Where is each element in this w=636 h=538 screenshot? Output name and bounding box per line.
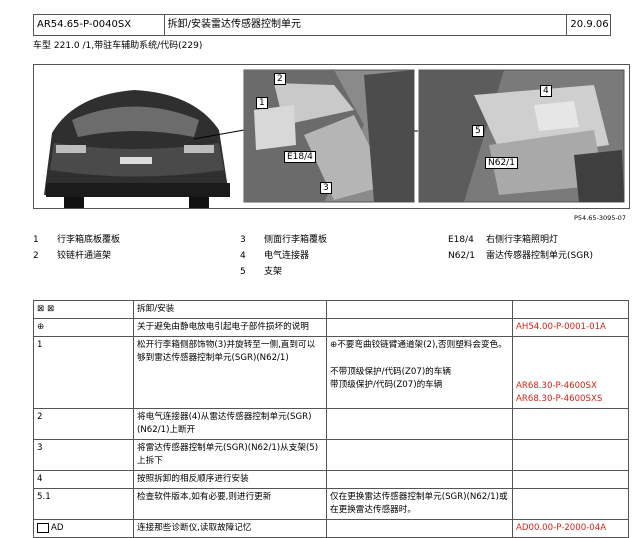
step-number: 2 [33, 408, 134, 440]
step-text: 关于避免由静电放电引起电子部件损坏的说明 [133, 318, 327, 337]
callout-3: 3 [320, 182, 332, 194]
legend-item: E18/4 右侧行李箱照明灯 [448, 235, 559, 245]
step-text: 连接那些诊断仪,读取故障记忆 [133, 519, 327, 538]
step-text: 将电气连接器(4)从雷达传感器控制单元(SGR)(N62/1)上断开 [133, 408, 327, 440]
step-text: 将雷达传感器控制单元(SGR)(N62/1)从支架(5)上拆下 [133, 439, 327, 471]
note-warning: ⊕不要弯曲铰链臂通道架(2),否则塑料会变色。 [330, 340, 507, 350]
step-text: 松开行李箱侧部饰物(3)并旋转至一侧,直到可以够到雷达传感器控制单元(SGR)(… [133, 336, 327, 409]
header-icons: ⊠ ⊠ [33, 300, 134, 319]
table-row: 2 将电气连接器(4)从雷达传感器控制单元(SGR)(N62/1)上断开 [33, 408, 629, 440]
legend-item: 3 侧面行李箱覆板 [240, 235, 328, 245]
legend-item: 1 行李箱底板覆板 [33, 235, 121, 245]
note-variant-a: 不带顶级保护/代码(Z07)的车辆 [330, 367, 451, 377]
callout-e18-4: E18/4 [284, 151, 316, 163]
legend-item: 4 电气连接器 [240, 251, 310, 261]
diagnosis-icon [37, 522, 49, 533]
step-ref-link[interactable]: AH54.00-P-0001-01A [512, 318, 629, 337]
step-number: 4 [33, 470, 134, 489]
step-ref [512, 439, 629, 471]
legend-col-2: 3 侧面行李箱覆板 4 电气连接器 5 支架 [240, 232, 327, 277]
table-row: 4 按照拆卸的相反顺序进行安装 [33, 470, 629, 489]
step-number: ⊕ [33, 318, 134, 337]
sensor-mount-photo [418, 69, 625, 203]
figure-ref: P54.65-3095-07 [574, 214, 627, 222]
doc-date: 20.9.06 [570, 19, 609, 30]
step-ref-cell: AR68.30-P-4600SX AR68.30-P-4600SXS [512, 336, 629, 409]
vehicle-line: 车型 221.0 /1,带驻车辅助系统/代码(229) [33, 41, 203, 51]
step-ref [512, 408, 629, 440]
step-ref-link-b[interactable]: AR68.30-P-4600SXS [516, 393, 625, 406]
doc-title: 拆卸/安装雷达传感器控制单元 [165, 15, 568, 35]
table-header-row: ⊠ ⊠ 拆卸/安装 [33, 300, 629, 319]
table-row: 1 松开行李箱侧部饰物(3)并旋转至一侧,直到可以够到雷达传感器控制单元(SGR… [33, 336, 629, 409]
step-number: AD [33, 519, 134, 538]
callout-5: 5 [472, 125, 484, 137]
procedure-table: ⊠ ⊠ 拆卸/安装 ⊕ 关于避免由静电放电引起电子部件损坏的说明 AH54.00… [33, 300, 629, 538]
callout-2: 2 [274, 73, 286, 85]
note-variant-b: 带顶级保护/代码(Z07)的车辆 [330, 380, 443, 390]
step-ref [512, 470, 629, 489]
callout-1: 1 [256, 97, 268, 109]
step-note [326, 470, 513, 489]
callout-n62-1: N62/1 [485, 157, 518, 169]
step-note [326, 318, 513, 337]
table-row: ⊕ 关于避免由静电放电引起电子部件损坏的说明 AH54.00-P-0001-01… [33, 318, 629, 337]
step-text: 检查软件版本,如有必要,则进行更新 [133, 488, 327, 520]
header-label: 拆卸/安装 [133, 300, 327, 319]
legend-col-1: 1 行李箱底板覆板 2 铰链杆通道架 [33, 232, 120, 261]
table-row: 5.1 检查软件版本,如有必要,则进行更新 仅在更换雷达传感器控制单元(SGR)… [33, 488, 629, 520]
legend-item: N62/1 雷达传感器控制单元(SGR) [448, 251, 593, 261]
step-note [326, 408, 513, 440]
doc-id: AR54.65-P-0040SX [34, 15, 165, 35]
step-number: 5.1 [33, 488, 134, 520]
legend-item: 2 铰链杆通道架 [33, 251, 112, 261]
legend-item: 5 支架 [240, 267, 283, 277]
collapse-icon[interactable]: ⊠ [47, 304, 54, 314]
step-number: 3 [33, 439, 134, 471]
expand-icon[interactable]: ⊠ [37, 304, 44, 314]
step-text: 按照拆卸的相反顺序进行安装 [133, 470, 327, 489]
step-ref-link-a[interactable]: AR68.30-P-4600SX [516, 380, 625, 393]
document-header: AR54.65-P-0040SX 拆卸/安装雷达传感器控制单元 20.9.06 [33, 14, 611, 36]
step-note [326, 519, 513, 538]
step-note: ⊕不要弯曲铰链臂通道架(2),否则塑料会变色。 不带顶级保护/代码(Z07)的车… [326, 336, 513, 409]
callout-4: 4 [540, 85, 552, 97]
table-row: AD 连接那些诊断仪,读取故障记忆 AD00.00-P-2000-04A [33, 519, 629, 538]
step-number: 1 [33, 336, 134, 409]
step-note [326, 439, 513, 471]
step-ref [512, 488, 629, 520]
figure-panel: 2 1 E18/4 3 4 5 N62/1 [33, 64, 630, 209]
legend-col-3: E18/4 右侧行李箱照明灯 N62/1 雷达传感器控制单元(SGR) [448, 232, 593, 261]
step-ref-link[interactable]: AD00.00-P-2000-04A [512, 519, 629, 538]
step-note: 仅在更换雷达传感器控制单元(SGR)(N62/1)或在更换雷达传感器时。 [326, 488, 513, 520]
table-row: 3 将雷达传感器控制单元(SGR)(N62/1)从支架(5)上拆下 [33, 439, 629, 471]
